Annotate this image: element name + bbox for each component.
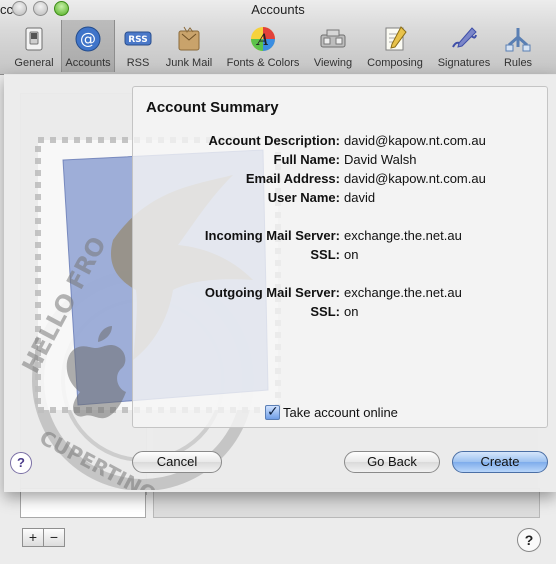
toolbar-composing[interactable]: Composing	[362, 20, 428, 72]
summary-row-email-address: Email Address: david@kapow.nt.com.au	[133, 171, 547, 190]
summary-row-incoming-ssl: SSL: on	[133, 247, 547, 266]
summary-value: on	[344, 304, 359, 319]
account-summary-panel: Account Summary Account Description: dav…	[132, 86, 548, 428]
fonts-colors-icon: A	[251, 27, 275, 51]
create-button[interactable]: Create	[452, 451, 548, 473]
summary-key: Full Name:	[273, 152, 340, 167]
viewing-icon	[320, 29, 346, 48]
summary-key: SSL:	[310, 247, 340, 262]
window-title: Accounts	[251, 2, 305, 17]
account-details-bottom-field	[153, 488, 540, 518]
summary-key: SSL:	[310, 304, 340, 319]
summary-row-outgoing-server: Outgoing Mail Server: exchange.the.net.a…	[133, 285, 547, 304]
summary-row-outgoing-ssl: SSL: on	[133, 304, 547, 323]
title-bar: ccs Accounts General @ Accounts RSS RSS …	[0, 0, 556, 75]
toolbar-rss[interactable]: RSS RSS	[118, 20, 158, 72]
summary-row-user-name: User Name: david	[133, 190, 547, 209]
toolbar-signatures[interactable]: Signatures	[432, 20, 496, 72]
summary-value: david@kapow.nt.com.au	[344, 133, 486, 148]
accounts-list-bottom-field	[20, 488, 146, 518]
toolbar-rules[interactable]: Rules	[498, 20, 538, 72]
summary-value: on	[344, 247, 359, 262]
account-summary-title: Account Summary	[146, 99, 279, 116]
svg-text:@: @	[80, 29, 96, 48]
toolbar-label: Accounts	[65, 57, 111, 69]
svg-text:RSS: RSS	[128, 35, 148, 45]
summary-value: exchange.the.net.au	[344, 285, 462, 300]
composing-icon	[385, 26, 407, 51]
rss-icon: RSS	[124, 31, 152, 46]
preferences-toolbar: General @ Accounts RSS RSS Junk Mail A F…	[0, 20, 556, 74]
toolbar-label: Fonts & Colors	[226, 57, 300, 69]
toolbar-label: General	[14, 57, 54, 69]
take-account-online-label[interactable]: Take account online	[283, 405, 398, 420]
checkmark-icon: ✓	[267, 403, 279, 419]
account-setup-sheet: HELLO FRO CUPERTINO CA Account Summary A…	[4, 74, 556, 492]
go-back-button[interactable]: Go Back	[344, 451, 440, 473]
toolbar-label: Composing	[367, 57, 423, 69]
toolbar-label: Viewing	[313, 57, 353, 69]
summary-key: Account Description:	[208, 133, 340, 148]
toolbar-label: Signatures	[437, 57, 491, 69]
at-sign-icon: @	[75, 26, 101, 52]
summary-key: User Name:	[267, 190, 340, 205]
summary-key: Incoming Mail Server:	[204, 228, 340, 243]
toolbar-general[interactable]: General	[8, 20, 60, 72]
toolbar-label: Junk Mail	[165, 57, 213, 69]
cancel-button[interactable]: Cancel	[132, 451, 222, 473]
general-switch-icon	[25, 27, 43, 51]
preferences-help-button[interactable]: ?	[517, 528, 541, 552]
toolbar-fonts-colors[interactable]: A Fonts & Colors	[222, 20, 304, 72]
mail-preferences-window: + − ? ccs Accounts General @ Accounts RS…	[0, 0, 556, 564]
summary-row-account-description: Account Description: david@kapow.nt.com.…	[133, 133, 547, 152]
rules-icon	[505, 28, 531, 52]
toolbar-label: Rules	[503, 57, 533, 69]
take-account-online-checkbox[interactable]: ✓	[265, 403, 280, 420]
summary-key: Outgoing Mail Server:	[204, 285, 340, 300]
toolbar-junk-mail[interactable]: Junk Mail	[160, 20, 218, 72]
summary-value: david@kapow.nt.com.au	[344, 171, 486, 186]
sheet-help-button[interactable]: ?	[10, 452, 32, 474]
summary-value: david	[344, 190, 376, 205]
toolbar-label: RSS	[126, 57, 150, 69]
remove-account-button[interactable]: −	[43, 528, 65, 547]
svg-text:A: A	[255, 30, 269, 49]
toolbar-viewing[interactable]: Viewing	[308, 20, 358, 72]
signatures-icon	[452, 27, 477, 48]
summary-row-full-name: Full Name: David Walsh	[133, 152, 547, 171]
toolbar-accounts[interactable]: @ Accounts	[61, 20, 115, 72]
summary-value: David Walsh	[344, 152, 417, 167]
add-account-button[interactable]: +	[22, 528, 44, 547]
summary-row-incoming-server: Incoming Mail Server: exchange.the.net.a…	[133, 228, 547, 247]
junk-mail-icon	[178, 26, 200, 51]
summary-key: Email Address:	[245, 171, 340, 186]
summary-value: exchange.the.net.au	[344, 228, 462, 243]
